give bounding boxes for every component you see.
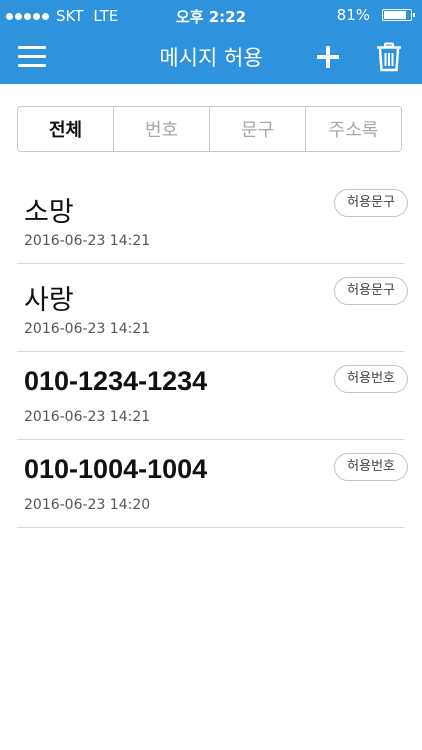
list-item[interactable]: 010-1234-1234 2016-06-23 14:21 허용번호	[0, 352, 422, 440]
tab-contacts[interactable]: 주소록	[305, 107, 401, 151]
allowed-message-list: 소망 2016-06-23 14:21 허용문구 사랑 2016-06-23 1…	[0, 176, 422, 528]
item-name: 010-1004-1004	[24, 454, 208, 484]
item-date: 2016-06-23 14:21	[24, 321, 151, 337]
item-type-badge: 허용번호	[334, 365, 408, 393]
list-item[interactable]: 사랑 2016-06-23 14:21 허용문구	[0, 264, 422, 352]
status-bar: SKT LTE 오후 2:22 81%	[0, 0, 422, 30]
item-name: 사랑	[24, 285, 74, 316]
item-type-badge: 허용번호	[334, 453, 408, 481]
item-date: 2016-06-23 14:20	[24, 497, 151, 513]
battery-icon	[382, 9, 415, 21]
top-bar: SKT LTE 오후 2:22 81% 메시지 허용	[0, 0, 422, 84]
navigation-bar: 메시지 허용	[0, 30, 422, 84]
tab-phrase[interactable]: 문구	[209, 107, 305, 151]
item-type-badge: 허용문구	[334, 277, 408, 305]
item-name: 010-1234-1234	[24, 366, 208, 396]
item-date: 2016-06-23 14:21	[24, 409, 151, 425]
item-type-badge: 허용문구	[334, 189, 408, 217]
tab-all[interactable]: 전체	[18, 107, 113, 151]
list-item[interactable]: 소망 2016-06-23 14:21 허용문구	[0, 176, 422, 264]
battery-percentage: 81%	[336, 6, 370, 24]
divider	[17, 527, 404, 528]
tab-number[interactable]: 번호	[113, 107, 209, 151]
item-date: 2016-06-23 14:21	[24, 233, 151, 249]
trash-icon[interactable]	[376, 42, 402, 72]
list-item[interactable]: 010-1004-1004 2016-06-23 14:20 허용번호	[0, 440, 422, 528]
page-title: 메시지 허용	[159, 46, 263, 70]
item-name: 소망	[24, 197, 74, 228]
add-icon[interactable]	[315, 44, 341, 70]
filter-tabs: 전체 번호 문구 주소록	[17, 106, 402, 152]
